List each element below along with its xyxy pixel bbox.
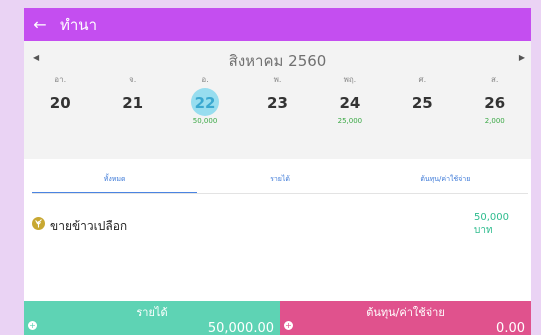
expense-total: 0.00 xyxy=(496,321,525,335)
daily-amount xyxy=(96,117,168,125)
date-number: 20 xyxy=(49,94,71,112)
app-frame: ← ทำนา ◀ สิงหาคม 2560 ▶ อา. จ. อ. พ. พฤ.… xyxy=(24,8,531,335)
daily-amount: 2,000 xyxy=(484,117,505,125)
income-total: 50,000.00 xyxy=(207,321,274,335)
daily-amount-row: 50,000 25,000 2,000 xyxy=(24,117,531,125)
calendar-week: ◀ สิงหาคม 2560 ▶ อา. จ. อ. พ. พฤ. ศ. ส. … xyxy=(24,41,531,159)
date-number: 25 xyxy=(411,94,433,112)
weekday-label: ส. xyxy=(491,75,499,84)
add-expense-icon[interactable]: + xyxy=(284,321,293,330)
income-label: รายได้ xyxy=(136,306,168,319)
tab-bar: ทั้งหมด รายได้ ต้นทุน/ค่าใช้จ่าย xyxy=(32,168,528,194)
date-number: 26 xyxy=(484,94,506,112)
weekday-label: ศ. xyxy=(418,75,427,84)
rice-icon xyxy=(32,217,45,230)
next-week-icon[interactable]: ▶ xyxy=(519,53,525,62)
tab-divider xyxy=(32,193,528,194)
weekday-label: อ. xyxy=(201,75,209,84)
summary-footer: รายได้ + 50,000.00 ต้นทุน/ค่าใช้จ่าย + 0… xyxy=(24,301,531,335)
weekday-label: อา. xyxy=(54,75,67,84)
page-title: ทำนา xyxy=(60,15,97,34)
expense-summary[interactable]: ต้นทุน/ค่าใช้จ่าย + 0.00 xyxy=(280,301,531,335)
entry-amount: 50,000 xyxy=(474,212,509,223)
arrow-left-icon[interactable]: ← xyxy=(26,15,54,34)
month-label: สิงหาคม 2560 xyxy=(228,52,327,70)
weekday-label: พ. xyxy=(273,75,282,84)
daily-amount: 50,000 xyxy=(192,117,218,125)
entry-amount-block: 50,000 บาท xyxy=(474,211,509,237)
tab-all[interactable]: ทั้งหมด xyxy=(32,168,198,194)
date-number: 23 xyxy=(267,94,288,112)
entry-unit: บาท xyxy=(474,225,493,236)
date-number: 21 xyxy=(122,94,144,112)
weekday-label: จ. xyxy=(129,75,137,84)
entry-name: ขายข้าวเปลือก xyxy=(50,219,128,233)
weekday-label: พฤ. xyxy=(343,75,357,84)
daily-amount: 25,000 xyxy=(337,117,363,125)
month-row: ◀ สิงหาคม 2560 ▶ xyxy=(24,49,531,71)
tab-expense[interactable]: ต้นทุน/ค่าใช้จ่าย xyxy=(363,168,528,194)
expense-label: ต้นทุน/ค่าใช้จ่าย xyxy=(366,306,445,319)
weekday-row: อา. จ. อ. พ. พฤ. ศ. ส. xyxy=(24,73,531,86)
daily-amount xyxy=(241,117,313,125)
tab-income[interactable]: รายได้ xyxy=(197,168,362,194)
add-income-icon[interactable]: + xyxy=(28,321,37,330)
daily-amount xyxy=(24,117,96,125)
income-summary[interactable]: รายได้ + 50,000.00 xyxy=(24,301,280,335)
date-number: 22 xyxy=(194,94,216,112)
app-bar: ← ทำนา xyxy=(24,8,531,41)
date-number: 24 xyxy=(339,94,361,112)
daily-amount xyxy=(386,117,458,125)
list-item[interactable]: ขายข้าวเปลือก 50,000 บาท xyxy=(24,204,531,248)
